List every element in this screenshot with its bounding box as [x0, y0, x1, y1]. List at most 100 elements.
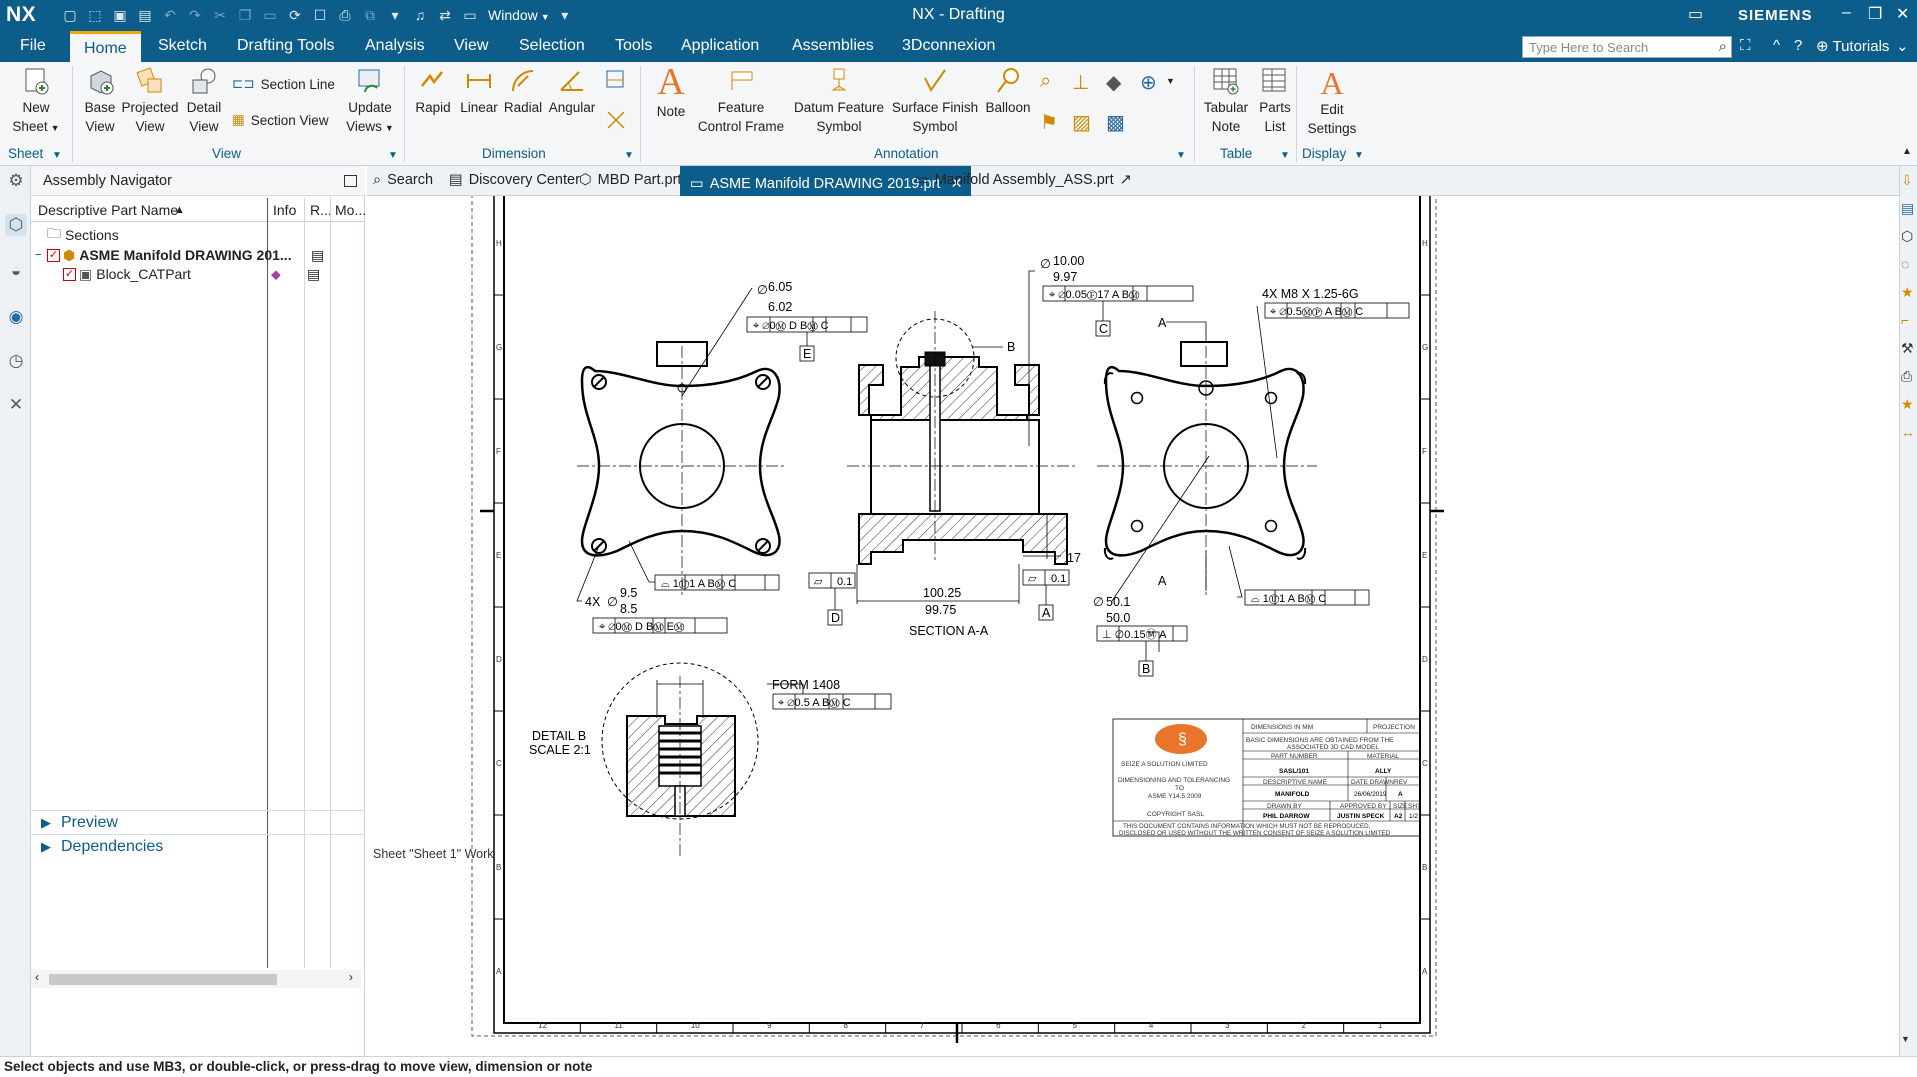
center-mark-dropdown[interactable]: ▼ — [1166, 76, 1175, 86]
dim-100-25[interactable]: 100.25 — [923, 586, 961, 600]
update-views-button[interactable]: Update Views ▼ — [342, 66, 398, 138]
ribbon-options-icon[interactable]: ⌄ — [1896, 37, 1909, 55]
window-menu[interactable]: Window ▼ — [488, 7, 550, 23]
new-file-icon[interactable]: ▢ — [60, 6, 80, 24]
balloon-button[interactable]: Balloon — [980, 66, 1036, 117]
repeat-command-icon[interactable]: ⟳ — [285, 6, 305, 24]
sheet-group-menu[interactable]: ▼ — [52, 150, 62, 161]
new-sheet-button[interactable]: New Sheet ▼ — [6, 66, 66, 138]
dim-17[interactable]: 17 — [1067, 551, 1081, 565]
dim-6-02[interactable]: 6.02 — [768, 300, 792, 314]
tab-discovery-center[interactable]: ▤ Discovery Center — [449, 172, 580, 188]
web-browser-icon[interactable]: ◉ — [5, 306, 27, 328]
surface-finish-symbol-button[interactable]: Surface Finish Symbol — [888, 66, 982, 136]
tabular-note-button[interactable]: Tabular Note — [1198, 66, 1254, 136]
horizontal-scrollbar[interactable]: ‹ › — [31, 970, 361, 988]
scroll-right-icon[interactable]: › — [349, 970, 353, 984]
scroll-left-icon[interactable]: ‹ — [35, 970, 39, 984]
tutorials-button[interactable]: ⊕ Tutorials — [1816, 37, 1889, 55]
fcf-profile-left[interactable]: ⌓ 1Ⓤ1 A BⓂ C — [654, 574, 780, 591]
tab-search[interactable]: ⌕ Search — [373, 172, 433, 188]
tab-analysis[interactable]: Analysis — [365, 37, 425, 55]
display-icon[interactable]: ▭ — [1688, 4, 1703, 24]
image-icon[interactable]: ▩ — [1106, 110, 1125, 135]
target-point-icon[interactable]: ⚑ — [1040, 110, 1058, 135]
tab-home[interactable]: Home — [70, 31, 141, 62]
copy-icon[interactable]: ❐ — [235, 6, 255, 24]
label-a-cut-2[interactable]: A — [1158, 574, 1167, 588]
column-r[interactable]: R... — [310, 202, 332, 218]
tab-selection[interactable]: Selection — [519, 37, 585, 55]
help-icon[interactable]: ? — [1794, 37, 1802, 54]
fcf-flatness-a[interactable]: ▱ 0.1 A — [1022, 569, 1070, 621]
checkbox-checked-icon[interactable]: ✓ — [63, 267, 76, 281]
restore-icon[interactable]: ❐ — [1868, 4, 1882, 24]
layer-icon[interactable]: ▤ — [1901, 200, 1914, 217]
column-descriptive-part-name[interactable]: Descriptive Part Name — [38, 202, 178, 218]
tab-tools[interactable]: Tools — [615, 37, 652, 55]
fcf-perp-b[interactable]: ⊥ ∅0.15Ⓜ A B — [1096, 625, 1188, 677]
settings-gear-icon[interactable]: ⚙ — [5, 170, 27, 192]
tab-manifold-assembly[interactable]: ▭ Manifold Assembly_ASS.prt ↗ — [915, 172, 1132, 188]
linear-dimension-button[interactable]: Linear — [456, 66, 502, 117]
customize-icon[interactable]: ▾ — [555, 6, 575, 24]
favorites-icon[interactable]: ★ — [1901, 284, 1914, 301]
assembly-navigator-icon[interactable]: ⬡ — [5, 214, 27, 236]
dropdown-icon[interactable]: ▾ — [385, 6, 405, 24]
preview-panel-toggle[interactable]: ▶ Preview — [31, 810, 365, 836]
checkbox-checked-icon[interactable]: ✓ — [47, 248, 60, 262]
dependencies-panel-toggle[interactable]: ▶ Dependencies — [31, 834, 365, 860]
fcf-flatness-d[interactable]: ▱ 0.1 D — [808, 572, 856, 626]
tab-view[interactable]: View — [454, 37, 488, 55]
print-icon[interactable]: ⎙ — [335, 6, 355, 24]
show-hide-icon[interactable]: ◌ — [1901, 256, 1909, 272]
crosshatch-icon[interactable]: ▨ — [1072, 110, 1091, 135]
window-list-icon[interactable]: ⧉ — [360, 6, 380, 24]
centerline-icon[interactable]: ⊥ — [1072, 70, 1089, 95]
ribbon-expand-icon[interactable]: ▲ — [1902, 146, 1912, 157]
touch-mode-icon[interactable]: ☐ — [310, 6, 330, 24]
chamfer-dimension-button[interactable] — [602, 108, 630, 137]
angular-dimension-button[interactable]: Angular — [546, 66, 598, 117]
redo-icon[interactable]: ↷ — [185, 6, 205, 24]
microphone-icon[interactable]: ♫ — [410, 6, 430, 24]
close-icon[interactable]: ✕ — [1896, 4, 1909, 24]
sort-ascending-icon[interactable]: ▲ — [174, 204, 185, 216]
section-view-button[interactable]: ▦ Section View — [232, 112, 329, 128]
parts-list-button[interactable]: Parts List — [1252, 66, 1298, 136]
open-file-icon[interactable]: ⬚ — [85, 6, 105, 24]
dim-99-75[interactable]: 99.75 — [925, 603, 956, 617]
dim-50-1[interactable]: 50.1 — [1106, 595, 1130, 609]
switch-window-icon[interactable]: ⇄ — [435, 6, 455, 24]
view-settings-icon[interactable]: ⬡ — [1901, 228, 1913, 245]
weld-symbol-icon[interactable]: ⌕ — [1040, 70, 1051, 93]
insert-icon[interactable]: ⇩ — [1901, 172, 1913, 189]
dim-4x[interactable]: 4X — [585, 595, 601, 609]
view-group-menu[interactable]: ▼ — [388, 150, 398, 161]
history-icon[interactable]: ◷ — [5, 350, 27, 372]
cut-icon[interactable]: ✂ — [210, 6, 230, 24]
expand-icon[interactable]: ▼ — [1901, 1034, 1910, 1044]
dim-9-97[interactable]: 9.97 — [1053, 270, 1077, 284]
undo-icon[interactable]: ↶ — [160, 6, 180, 24]
minimize-icon[interactable]: – — [1842, 4, 1851, 22]
tab-3dconnexion[interactable]: 3Dconnexion — [902, 37, 995, 55]
fullscreen-icon[interactable]: ⛶ — [1740, 37, 1751, 54]
fcf-form[interactable]: ⌖ ∅0.5 A BⓂ C — [772, 693, 892, 710]
window-icon[interactable]: ▭ — [460, 6, 480, 24]
detail-view-button[interactable]: Detail View — [180, 66, 228, 136]
dim-6-05[interactable]: 6.05 — [768, 280, 792, 294]
roles-icon[interactable]: ✕ — [5, 394, 27, 416]
dimension-group-menu[interactable]: ▼ — [624, 150, 634, 161]
dim-10-00[interactable]: 10.00 — [1053, 254, 1084, 268]
tree-row-component[interactable]: ✓ ▣ Block_CATPart ⬥ ▤ — [63, 262, 365, 286]
ordinate-dimension-button[interactable] — [602, 68, 630, 97]
feature-control-frame-button[interactable]: Feature Control Frame — [692, 66, 790, 136]
paste-icon[interactable]: ▭ — [260, 6, 280, 24]
annotation-icon[interactable]: ⌐ — [1901, 312, 1909, 328]
info-eraser-icon[interactable]: ⬥ — [271, 266, 281, 283]
datum-feature-symbol-button[interactable]: Datum Feature Symbol — [790, 66, 888, 136]
thread-callout[interactable]: 4X M8 X 1.25-6G — [1262, 287, 1359, 301]
display-group-menu[interactable]: ▼ — [1354, 150, 1364, 161]
radial-dimension-button[interactable]: Radial — [500, 66, 546, 117]
